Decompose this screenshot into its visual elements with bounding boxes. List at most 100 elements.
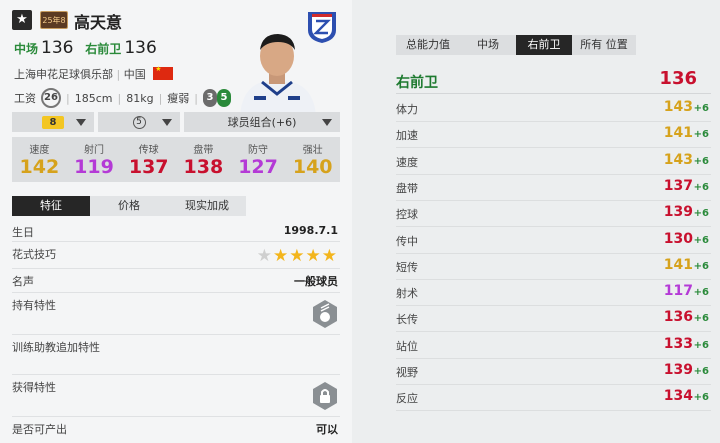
main-attributes: 速度 142 射门 119 传球 137 盘带 138 防守 127 强壮 14…: [12, 137, 340, 182]
favorite-star-icon[interactable]: ★: [12, 10, 32, 30]
stat-value: 117: [663, 283, 693, 300]
club-crest-icon: [308, 12, 336, 43]
birthday-value: 1998.7.1: [283, 224, 338, 237]
club-line: 上海申花足球俱乐部 | 中国: [14, 65, 174, 82]
attribute-value: 142: [19, 156, 60, 178]
level-select[interactable]: 8: [12, 112, 94, 132]
tab-real-bonus[interactable]: 现实加成: [168, 196, 246, 216]
attribute-item: 强壮 140: [285, 137, 340, 182]
stat-label: 加速: [396, 129, 418, 143]
tab-traits[interactable]: 特征: [12, 196, 90, 216]
attribute-label: 盘带: [193, 145, 214, 156]
position-tabs: 总能力值 中场 右前卫 所有 位置: [396, 35, 636, 55]
stat-value: 139: [663, 362, 693, 378]
stat-value: 130: [663, 230, 693, 247]
stat-bonus: +6: [693, 181, 709, 193]
acquired-traits-row: 获得特性: [12, 375, 340, 417]
tab-right-mid[interactable]: 右前卫: [516, 35, 572, 55]
player-name: 高天意: [74, 13, 123, 32]
attribute-value: 119: [74, 156, 114, 178]
season-badge: 25年8: [40, 11, 68, 29]
tab-midfield[interactable]: 中场: [460, 35, 516, 55]
club-name: 上海申花足球俱乐部: [14, 68, 113, 81]
attribute-item: 传球 137: [121, 137, 176, 182]
stat-label: 传中: [396, 234, 418, 248]
position-stats-panel: 总能力值 中场 右前卫 所有 位置 右前卫 136 体力 143 +6 加速 141 +6…: [352, 0, 720, 443]
attribute-label: 传球: [138, 145, 159, 156]
stat-bonus: +6: [693, 234, 709, 246]
stat-label: 长传: [396, 313, 418, 327]
traits-list: 生日 1998.7.1 花式技巧 ★★★★★ 名声 一般球员 持有特性 训练助教…: [12, 220, 340, 439]
position-title-row: 右前卫 136: [396, 68, 711, 94]
wage-value: 26: [41, 88, 61, 108]
weight: 81kg: [126, 91, 154, 105]
stat-bonus: +6: [693, 339, 709, 351]
stat-value: 134: [663, 388, 693, 405]
stat-row: 反应 134 +6: [396, 385, 711, 412]
level-value: 8: [42, 115, 64, 129]
traits-label: 持有特性: [12, 299, 56, 312]
stat-row: 站位 133 +6: [396, 333, 711, 359]
stat-value: 139: [663, 204, 693, 221]
tab-price[interactable]: 价格: [90, 196, 168, 216]
attribute-label: 防守: [248, 145, 269, 156]
stat-value: 143: [663, 99, 693, 115]
tab-overall[interactable]: 总能力值: [396, 35, 460, 55]
stat-row: 控球 139 +6: [396, 201, 711, 228]
producible-value: 可以: [316, 423, 338, 436]
star-icon: ★: [256, 246, 274, 266]
stat-bonus: +6: [693, 313, 709, 325]
attribute-item: 速度 142: [12, 137, 67, 182]
stat-row: 长传 136 +6: [396, 306, 711, 333]
china-flag-icon: [153, 65, 174, 80]
foot-skill-right: 5: [217, 89, 231, 107]
stat-bonus: +6: [693, 208, 709, 220]
attribute-item: 射门 119: [67, 137, 122, 182]
stat-row: 视野 139 +6: [396, 359, 711, 385]
stat-row: 体力 143 +6: [396, 96, 711, 122]
reputation-value: 一般球员: [294, 275, 338, 288]
acquired-traits-label: 获得特性: [12, 381, 56, 394]
stat-bonus: +6: [693, 366, 709, 377]
tab-all-positions[interactable]: 所有 位置: [572, 35, 636, 55]
card-selectors: 8 5 球员组合(+6): [12, 112, 340, 132]
stat-label: 短传: [396, 260, 418, 274]
producible-row: 是否可产出 可以: [12, 417, 340, 439]
stat-bonus: +6: [693, 287, 709, 299]
reputation-label: 名声: [12, 275, 34, 288]
attribute-label: 射门: [84, 145, 104, 156]
stat-value: 141: [663, 256, 693, 273]
trait-ball-icon[interactable]: [312, 299, 338, 329]
stat-bonus: +6: [693, 129, 709, 141]
secondary-position-value: 136: [124, 38, 157, 58]
lock-icon[interactable]: [312, 381, 338, 411]
coach-traits-label: 训练助教追加特性: [12, 341, 100, 354]
stat-row: 速度 143 +6: [396, 149, 711, 175]
star-icon: ★★★★: [273, 246, 338, 266]
player-header: ★ 25年8 高天意 中场136 右前卫136 上海申花足球俱乐部 | 中国 工…: [12, 8, 340, 116]
primary-position: 中场: [14, 42, 39, 56]
birthday-row: 生日 1998.7.1: [12, 220, 340, 242]
position-title: 右前卫: [396, 75, 438, 91]
attribute-value: 138: [183, 156, 224, 178]
secondary-position: 右前卫: [85, 42, 122, 56]
skill-stars: ★★★★★: [257, 246, 338, 266]
stat-row: 短传 141 +6: [396, 254, 711, 280]
reputation-row: 名声 一般球员: [12, 269, 340, 293]
attribute-value: 140: [292, 156, 333, 178]
attribute-item: 防守 127: [231, 137, 286, 182]
foot-skill-left: 3: [203, 89, 217, 107]
stat-value: 136: [663, 309, 693, 326]
stat-label: 体力: [396, 103, 418, 116]
stat-bonus: +6: [693, 103, 709, 114]
stat-label: 站位: [396, 339, 418, 353]
height: 185cm: [74, 91, 113, 105]
stat-label: 射术: [396, 287, 418, 301]
stat-row: 射术 117 +6: [396, 280, 711, 307]
stat-label: 视野: [396, 366, 418, 379]
stat-value: 133: [663, 335, 693, 352]
chevron-down-icon: [162, 119, 172, 126]
attribute-value: 127: [238, 156, 278, 178]
tier-select[interactable]: 5: [98, 112, 180, 132]
team-combo-select[interactable]: 球员组合(+6): [184, 112, 340, 132]
